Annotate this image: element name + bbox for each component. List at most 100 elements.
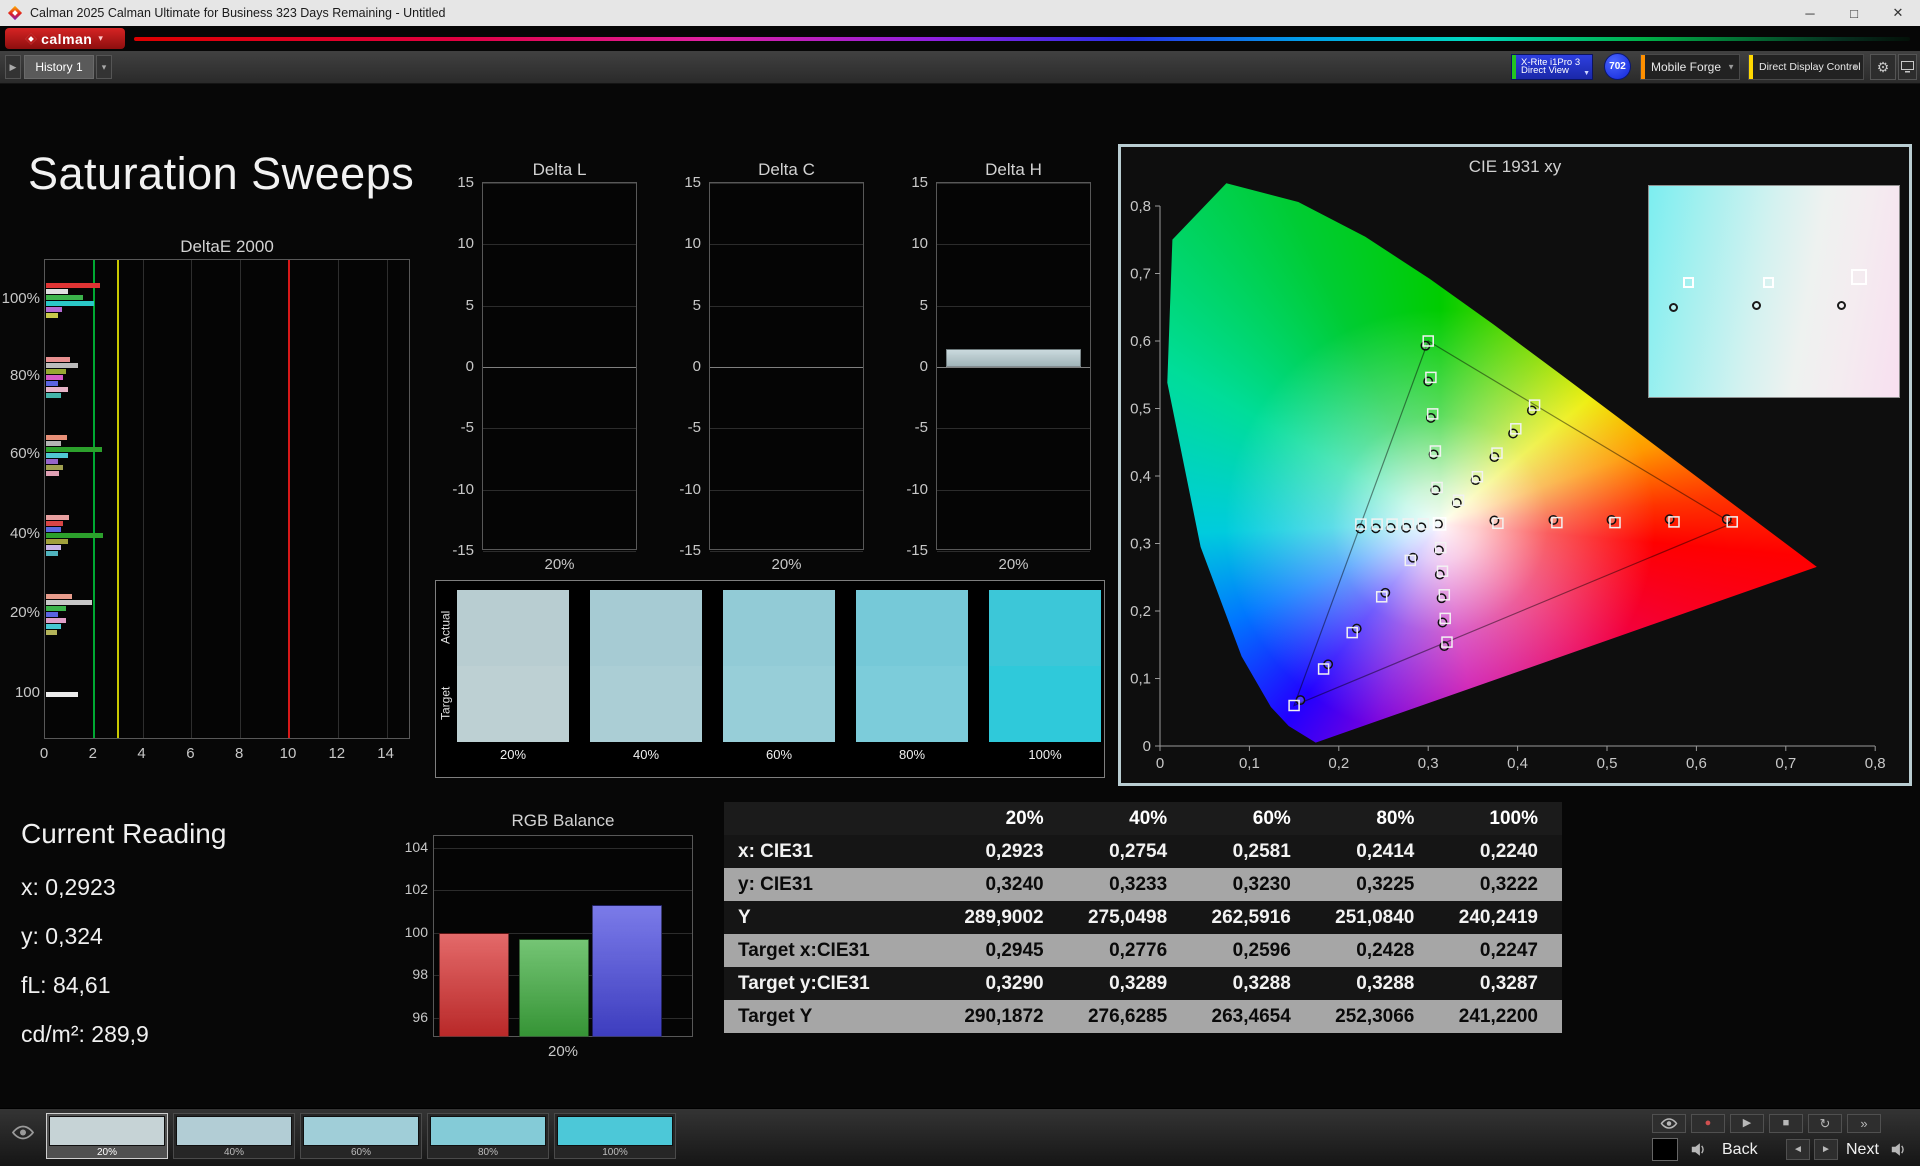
axis-label: 20% xyxy=(547,1043,579,1060)
deltae-bar xyxy=(46,458,59,464)
deltae-bar xyxy=(46,623,61,629)
cell-value: 0,2754 xyxy=(1067,835,1192,868)
axis-label: 0,1 xyxy=(1239,755,1260,772)
deltae-bar xyxy=(46,550,59,556)
delta-l-chart: Delta L 15 10 5 0 -5 -10 -15 20% xyxy=(440,160,645,580)
skip-button[interactable]: » xyxy=(1847,1114,1881,1133)
axis-label: 0 xyxy=(39,745,49,762)
cell-value: 252,3066 xyxy=(1314,1000,1439,1033)
calman-logo[interactable]: calman ▾ xyxy=(5,28,125,49)
bottom-bar: 20% 40% 60% 80% 100% ● ▶ ■ ↻ » Back ◄ ► Next xyxy=(0,1108,1920,1166)
axis-label: 98 xyxy=(412,966,428,983)
source-select-button[interactable]: Mobile Forge ▼ xyxy=(1640,54,1740,80)
axis-label: -10 xyxy=(679,480,701,498)
display-control-name: Direct Display Control xyxy=(1759,61,1861,73)
cell-value: 290,1872 xyxy=(944,1000,1068,1033)
preview-eye-button[interactable] xyxy=(10,1121,36,1147)
audio-cue-back-button[interactable] xyxy=(1684,1138,1714,1161)
patch-color xyxy=(303,1116,419,1146)
patch-button-40%[interactable]: 40% xyxy=(173,1113,295,1159)
axis-label: 15 xyxy=(911,174,928,191)
settings-gear-button[interactable]: ⚙ xyxy=(1870,54,1896,80)
cell-value: 0,2596 xyxy=(1191,934,1315,967)
axis-label: 10 xyxy=(457,235,474,253)
axis-label: 60% xyxy=(9,445,40,462)
gridline xyxy=(434,890,692,892)
patch-button-80%[interactable]: 80% xyxy=(427,1113,549,1159)
next-icon: ► xyxy=(1821,1144,1831,1155)
patch-selector: 20% 40% 60% 80% 100% xyxy=(46,1113,676,1159)
deltae-bar xyxy=(46,538,68,544)
cell-value: 0,2923 xyxy=(944,835,1068,868)
column-header: 40% xyxy=(1067,802,1192,835)
cell-value: 0,3233 xyxy=(1067,868,1192,901)
next-button[interactable]: Next xyxy=(1846,1138,1879,1161)
axis-label: 0,4 xyxy=(1130,468,1151,485)
app-icon xyxy=(7,5,23,21)
previous-step-button[interactable]: ◄ xyxy=(1786,1139,1810,1160)
preview-eye-button-2[interactable] xyxy=(1652,1114,1686,1133)
axis-label: 0,5 xyxy=(1597,755,1618,772)
gridline xyxy=(710,367,863,368)
row-label: y: CIE31 xyxy=(724,868,944,901)
cell-value: 0,2581 xyxy=(1191,835,1315,868)
patch-button-100%[interactable]: 100% xyxy=(554,1113,676,1159)
chevron-down-icon: ▼ xyxy=(1727,62,1735,72)
cell-value: 0,3290 xyxy=(944,967,1068,1000)
gridline xyxy=(483,244,636,246)
play-button[interactable]: ▶ xyxy=(1730,1114,1764,1133)
display-panel-button[interactable] xyxy=(1898,54,1917,80)
green-bar xyxy=(519,939,589,1037)
cell-value: 240,2419 xyxy=(1438,901,1562,934)
refresh-button[interactable]: ↻ xyxy=(1808,1114,1842,1133)
axis-label: 0,8 xyxy=(1865,755,1886,772)
audio-cue-next-button[interactable] xyxy=(1884,1138,1914,1161)
reference-line xyxy=(92,260,95,738)
axis-label: 20% xyxy=(9,604,40,621)
deltae-bar xyxy=(46,386,68,392)
patch-window-button[interactable] xyxy=(1652,1138,1678,1161)
minimize-button[interactable]: ─ xyxy=(1788,0,1832,26)
axis-label: 100 xyxy=(14,684,40,701)
monitor-icon xyxy=(1901,61,1914,73)
column-header: 20% xyxy=(944,802,1068,835)
maximize-button[interactable]: □ xyxy=(1832,0,1876,26)
patch-button-20%[interactable]: 20% xyxy=(46,1113,168,1159)
gridline xyxy=(483,428,636,430)
cell-value: 0,2428 xyxy=(1314,934,1439,967)
deltae-bar xyxy=(46,392,61,398)
cell-value: 262,5916 xyxy=(1191,901,1315,934)
cell-value: 0,3289 xyxy=(1067,967,1192,1000)
close-button[interactable]: ✕ xyxy=(1876,0,1920,26)
record-button[interactable]: ● xyxy=(1691,1114,1725,1133)
axis-label: 40% xyxy=(9,525,40,542)
deltae-bar xyxy=(46,691,78,697)
measured-point xyxy=(1669,303,1678,313)
next-step-button[interactable]: ► xyxy=(1814,1139,1838,1160)
tab-menu-button[interactable]: ▾ xyxy=(96,55,112,79)
patch-button-60%[interactable]: 60% xyxy=(300,1113,422,1159)
cell-value: 0,3240 xyxy=(944,868,1068,901)
deltae-bar xyxy=(46,470,60,476)
axis-label: -10 xyxy=(906,480,928,498)
actual-swatch-100% xyxy=(989,590,1101,666)
play-icon: ▶ xyxy=(1742,1117,1752,1129)
deltae-bar xyxy=(46,440,61,446)
axis-label: 15 xyxy=(457,174,474,191)
axis-label: 0,1 xyxy=(1130,671,1151,688)
rainbow-strip xyxy=(134,37,1910,41)
target-point xyxy=(1683,277,1694,289)
reading-cdm2: cd/m²: 289,9 xyxy=(21,1021,149,1047)
page-title: Saturation Sweeps xyxy=(28,148,415,199)
back-button[interactable]: Back xyxy=(1722,1138,1758,1161)
tab-history-1[interactable]: History 1 xyxy=(24,55,94,79)
display-control-button[interactable]: Direct Display Control ▼ xyxy=(1748,54,1864,80)
stop-button[interactable]: ■ xyxy=(1769,1114,1803,1133)
axis-label: 20% xyxy=(771,556,802,573)
meter-select-button[interactable]: X-Rite i1Pro 3 Direct View ▼ xyxy=(1511,54,1593,80)
expand-panel-button[interactable]: ▶ xyxy=(5,55,21,79)
axis-label: 104 xyxy=(404,838,428,855)
axis-label: 10 xyxy=(684,235,701,253)
measured-point xyxy=(1380,587,1391,598)
cie-zoom-inset xyxy=(1648,185,1900,398)
